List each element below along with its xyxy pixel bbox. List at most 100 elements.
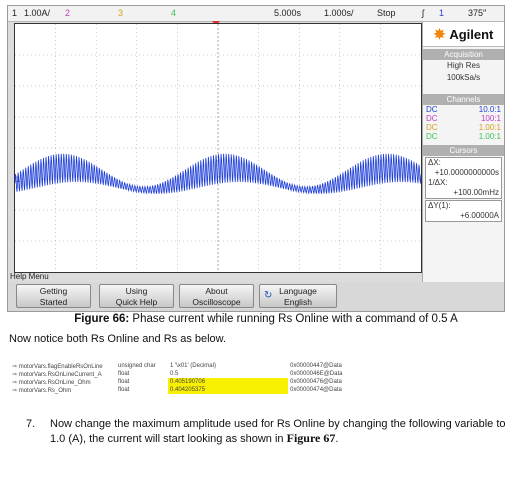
softkey-1-line2: Started	[39, 297, 68, 307]
figure-label: Figure 66:	[74, 313, 130, 325]
channel-row-4: DC 1.00:1	[423, 132, 504, 141]
variable-type: unsigned char	[118, 363, 156, 369]
variable-name: motorVars.flagEnableRsOnLine	[18, 363, 103, 370]
channel-row-1: DC 10.0:1	[423, 105, 504, 114]
about-oscilloscope-softkey[interactable]: About Oscilloscope	[179, 284, 254, 308]
trigger-channel: 1	[439, 8, 445, 18]
oscilloscope-screenshot: 1 1.00A/ 2 3 4 5.000s 1.000s/ Stop ʃ 1 3…	[7, 5, 505, 312]
variable-name-cell: ⇒ motorVars.RsOnLineCurrent_A	[10, 370, 116, 378]
help-menu-label: Help Menu	[10, 272, 49, 281]
table-row[interactable]: ⇒ motorVars.RsOnLine_Ohm float 0.405190706…	[10, 378, 372, 386]
softkey-2-line2: Quick Help	[115, 297, 158, 307]
time-position: 5.000s	[274, 8, 302, 18]
probe-3: 1.00:1	[478, 123, 501, 132]
table-row[interactable]: ⇒ motorVars.Rs_Ohm float 0.404205375 0x0000…	[10, 386, 372, 394]
probe-1: 10.0:1	[478, 105, 501, 114]
variable-value: 0.5	[170, 371, 179, 377]
expression-arrow-icon: ⇒	[12, 387, 19, 394]
variable-name-cell: ⇒ motorVars.flagEnableRsOnLine	[10, 362, 116, 370]
softkey-3-line2: Oscilloscope	[192, 297, 241, 307]
channel-row-3: DC 1.00:1	[423, 123, 504, 132]
cursor-inv-dx-label: 1/ΔX:	[428, 178, 448, 187]
waveform-svg: 1	[15, 24, 421, 272]
softkey-2-line1: Using	[125, 286, 148, 296]
channel-row-2: DC 100:1	[423, 114, 504, 123]
channels-header: Channels	[423, 94, 504, 105]
variable-type-cell: float	[116, 378, 168, 386]
cursor-inv-dx-value: +100.00mHz	[453, 188, 499, 197]
expression-arrow-icon: ⇒	[12, 379, 19, 386]
scope-status-bar: 1 1.00A/ 2 3 4 5.000s 1.000s/ Stop ʃ 1 3…	[8, 6, 504, 22]
brand-name: Agilent	[449, 26, 494, 42]
variable-value-cell: 1 '\x01' (Decimal)	[168, 362, 288, 370]
variable-type-cell: unsigned char	[116, 362, 168, 370]
variable-address: 0x00000476@Data	[290, 379, 342, 385]
watch-variables-body: ⇒ motorVars.flagEnableRsOnLine unsigned c…	[10, 362, 372, 394]
acquisition-header: Acquisition	[423, 49, 504, 60]
agilent-spark-icon: ✵	[433, 25, 446, 42]
scope-side-panel: ✵ Agilent Acquisition High Res 100kSa/s …	[422, 22, 504, 282]
variable-name: motorVars.RsOnLineCurrent_A	[18, 371, 102, 378]
variable-value: 0.404205375	[170, 387, 206, 393]
cursor-dx-value: +10.0000000000s	[434, 168, 499, 177]
body-paragraph: Now notice both Rs Online and Rs as belo…	[9, 333, 227, 345]
variable-value-cell: 0.5	[168, 370, 288, 378]
run-state: Stop	[377, 8, 396, 18]
figure-reference: Figure 67	[286, 431, 336, 445]
ch3-number: 3	[118, 8, 124, 18]
figure-caption-text: Phase current while running Rs Online wi…	[129, 313, 458, 325]
variable-value: 0.405190706	[170, 379, 206, 385]
acquisition-mode: High Res	[447, 61, 480, 70]
variable-address-cell: 0x0000046E@Data	[288, 370, 372, 378]
ch2-number: 2	[65, 8, 71, 18]
trigger-level: 375″	[468, 8, 487, 18]
step-text: Now change the maximum amplitude used fo…	[50, 417, 518, 446]
variable-type: float	[118, 371, 130, 377]
using-quick-help-softkey[interactable]: Using Quick Help	[99, 284, 174, 308]
step-text-main: Now change the maximum amplitude used fo…	[50, 418, 506, 445]
variable-value-cell: 0.404205375	[168, 386, 288, 394]
table-row[interactable]: ⇒ motorVars.flagEnableRsOnLine unsigned c…	[10, 362, 372, 370]
coupling-1: DC	[426, 105, 438, 114]
expression-arrow-icon: ⇒	[12, 363, 19, 370]
variable-type: float	[118, 379, 130, 385]
waveform-display[interactable]: 1	[14, 23, 422, 273]
brand-logo: ✵ Agilent	[423, 22, 504, 47]
figure-caption: Figure 66: Phase current while running R…	[0, 313, 532, 325]
table-row[interactable]: ⇒ motorVars.RsOnLineCurrent_A float 0.5 0x0…	[10, 370, 372, 378]
step-number: 7.	[26, 418, 36, 430]
step-text-end: .	[335, 433, 339, 445]
cursors-header: Cursors	[423, 145, 504, 156]
variable-address-cell: 0x00000447@Data	[288, 362, 372, 370]
variable-address-cell: 0x00000474@Data	[288, 386, 372, 394]
variable-address: 0x00000447@Data	[290, 363, 342, 369]
softkey-bar: Getting Started Using Quick Help About O…	[8, 282, 504, 311]
time-scale: 1.000s/	[324, 8, 354, 18]
variable-name-cell: ⇒ motorVars.RsOnLine_Ohm	[10, 378, 116, 386]
variable-name-cell: ⇒ motorVars.Rs_Ohm	[10, 386, 116, 394]
variable-type-cell: float	[116, 370, 168, 378]
softkey-3-line1: About	[205, 286, 228, 296]
variable-name: motorVars.RsOnLine_Ohm	[18, 379, 91, 386]
channel-1-ground-marker: 1	[16, 175, 21, 184]
ch1-scale: 1.00A/	[24, 8, 51, 18]
variable-name: motorVars.Rs_Ohm	[18, 387, 72, 394]
cursor-dy-box: ΔY(1): +6.00000A	[425, 200, 502, 222]
watch-variables-table: ⇒ motorVars.flagEnableRsOnLine unsigned c…	[10, 362, 372, 394]
coupling-3: DC	[426, 123, 438, 132]
cursor-dx-box: ΔX: +10.0000000000s 1/ΔX: +100.00mHz	[425, 157, 502, 199]
trigger-slope-icon: ʃ	[422, 8, 424, 18]
variable-type-cell: float	[116, 386, 168, 394]
swap-arrows-icon: ↻	[264, 290, 273, 301]
ch4-number: 4	[171, 8, 177, 18]
coupling-4: DC	[426, 132, 438, 141]
cursor-dy-label: ΔY(1):	[428, 201, 451, 210]
softkey-1-line1: Getting	[39, 286, 68, 296]
language-softkey[interactable]: ↻ Language English	[259, 284, 337, 308]
cursor-dy-value: +6.00000A	[460, 211, 499, 220]
variable-type: float	[118, 387, 130, 393]
phase-current-trace	[15, 153, 421, 195]
expression-arrow-icon: ⇒	[12, 371, 19, 378]
coupling-2: DC	[426, 114, 438, 123]
getting-started-softkey[interactable]: Getting Started	[16, 284, 91, 308]
